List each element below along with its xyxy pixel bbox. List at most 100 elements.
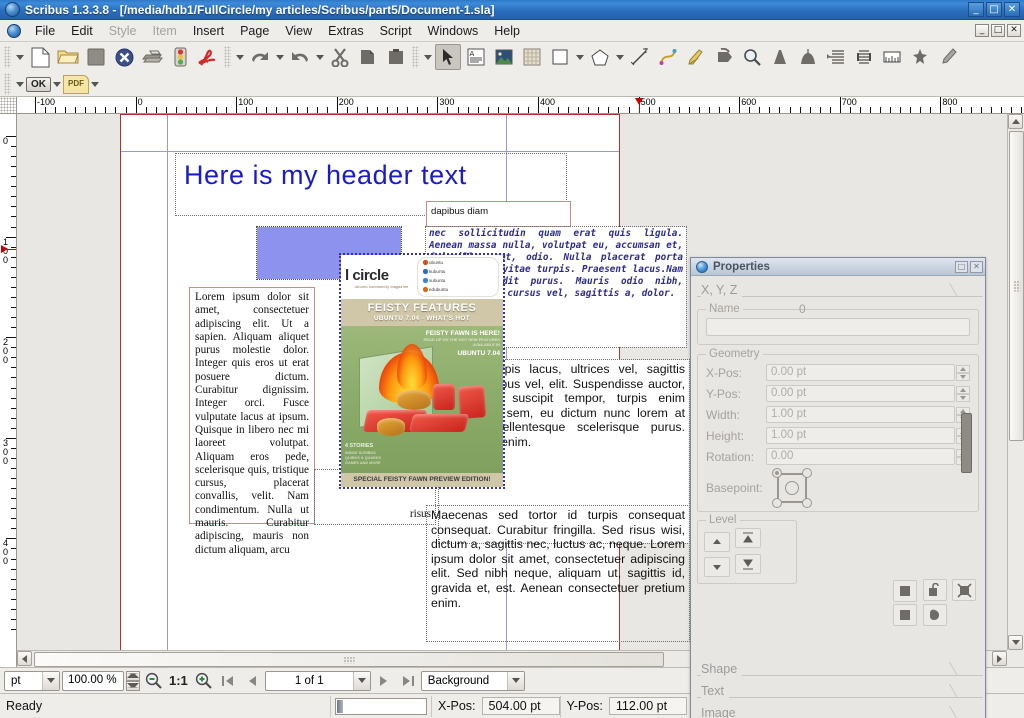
y-pos-stepper[interactable] bbox=[956, 385, 970, 402]
menu-script[interactable]: Script bbox=[372, 22, 420, 40]
menu-windows[interactable]: Windows bbox=[420, 22, 487, 40]
properties-restore-button[interactable]: □ bbox=[955, 260, 968, 273]
insert-shape-dropdown-icon[interactable] bbox=[576, 54, 584, 60]
scroll-left-button[interactable] bbox=[17, 651, 32, 666]
rotate-item-icon[interactable] bbox=[711, 44, 737, 70]
raise-item-button[interactable] bbox=[704, 531, 730, 552]
basepoint-top-left[interactable] bbox=[772, 468, 782, 478]
basepoint-top-right[interactable] bbox=[802, 468, 812, 478]
width-input[interactable]: 1.00 pt bbox=[766, 406, 955, 423]
toolbar-overflow-edit-icon[interactable] bbox=[236, 54, 244, 60]
open-document-icon[interactable] bbox=[55, 44, 81, 70]
eye-dropper-icon[interactable] bbox=[935, 44, 961, 70]
menu-page[interactable]: Page bbox=[232, 22, 277, 40]
insert-text-frame-icon[interactable]: A bbox=[463, 44, 489, 70]
edit-text-story-editor-icon[interactable] bbox=[795, 44, 821, 70]
copy-icon[interactable] bbox=[355, 44, 381, 70]
vertical-ruler[interactable]: 0100200300400 bbox=[0, 114, 17, 667]
vertical-scroll-thumb[interactable] bbox=[1009, 131, 1024, 441]
basepoint-bottom-left[interactable] bbox=[772, 498, 782, 508]
dapibus-text-frame[interactable]: dapibus diam bbox=[426, 201, 571, 227]
cut-icon[interactable] bbox=[327, 44, 353, 70]
zoom-in-icon[interactable] bbox=[193, 671, 215, 691]
insert-shape-icon[interactable] bbox=[547, 44, 573, 70]
toolbar-grip-pdf[interactable] bbox=[4, 73, 11, 95]
undo-icon[interactable] bbox=[247, 44, 273, 70]
unlink-text-frames-icon[interactable] bbox=[851, 44, 877, 70]
preflight-verifier-icon[interactable] bbox=[167, 44, 193, 70]
horizontal-scroll-thumb[interactable] bbox=[34, 652, 664, 667]
toolbar-grip-edit[interactable] bbox=[224, 46, 231, 68]
menu-insert[interactable]: Insert bbox=[185, 22, 232, 40]
basepoint-bottom-right[interactable] bbox=[802, 498, 812, 508]
enable-printing-icon[interactable] bbox=[952, 579, 976, 601]
edit-contents-icon[interactable] bbox=[767, 44, 793, 70]
zoom-stepper[interactable] bbox=[126, 670, 140, 691]
y-pos-input[interactable]: 0.00 pt bbox=[766, 385, 955, 402]
properties-close-button[interactable]: ✕ bbox=[970, 260, 983, 273]
menu-file[interactable]: File bbox=[27, 22, 63, 40]
menu-view[interactable]: View bbox=[277, 22, 320, 40]
undo-dropdown-icon[interactable] bbox=[276, 54, 284, 60]
toolbar-overflow-file-icon[interactable] bbox=[16, 54, 24, 60]
bottom-text-frame[interactable]: Maecenas sed tortor id turpis consequat … bbox=[426, 505, 690, 642]
x-pos-stepper[interactable] bbox=[956, 364, 970, 381]
close-document-icon[interactable] bbox=[111, 44, 137, 70]
new-document-icon[interactable] bbox=[27, 44, 53, 70]
print-icon[interactable] bbox=[139, 44, 165, 70]
properties-tab-image[interactable]: Image bbox=[697, 703, 984, 718]
basepoint-widget[interactable] bbox=[772, 468, 816, 508]
lock-item-icon[interactable] bbox=[893, 579, 918, 602]
window-minimize-button[interactable]: _ bbox=[968, 2, 984, 17]
lower-to-bottom-button[interactable] bbox=[735, 553, 762, 574]
properties-tab-xyz[interactable]: X, Y, Z bbox=[697, 280, 984, 300]
toolbar-overflow-tools-icon[interactable] bbox=[424, 54, 432, 60]
horizontal-ruler[interactable]: -100 0 100 200 300 400 500 600 700 800 bbox=[17, 97, 1024, 114]
copy-item-properties-icon[interactable] bbox=[907, 44, 933, 70]
name-input[interactable] bbox=[706, 318, 970, 336]
previous-page-button[interactable] bbox=[241, 671, 263, 691]
paste-icon[interactable] bbox=[383, 44, 409, 70]
measurements-icon[interactable] bbox=[879, 44, 905, 70]
next-page-button[interactable] bbox=[373, 671, 395, 691]
basepoint-center[interactable] bbox=[785, 481, 799, 495]
x-pos-input[interactable]: 0.00 pt bbox=[766, 364, 955, 381]
document-page[interactable]: Here is my header text dapibus diam nec … bbox=[120, 114, 690, 650]
pdf-ok-dropdown-icon[interactable] bbox=[53, 81, 61, 87]
document-menu-icon[interactable] bbox=[7, 23, 21, 38]
menu-edit[interactable]: Edit bbox=[63, 22, 101, 40]
redo-dropdown-icon[interactable] bbox=[316, 54, 324, 60]
canvas-vertical-scrollbar[interactable] bbox=[1007, 114, 1024, 650]
lower-item-button[interactable] bbox=[704, 557, 730, 577]
raise-to-top-button[interactable] bbox=[735, 528, 762, 548]
scroll-up-button[interactable] bbox=[1008, 114, 1023, 129]
scroll-down-button[interactable] bbox=[1008, 635, 1023, 650]
rotation-input[interactable]: 0.00 bbox=[766, 448, 955, 465]
insert-bezier-curve-icon[interactable] bbox=[655, 44, 681, 70]
layer-selector[interactable]: Background bbox=[420, 670, 525, 691]
mdi-minimize-button[interactable]: _ bbox=[975, 24, 989, 37]
toolbar-grip-tools[interactable] bbox=[412, 46, 419, 68]
zoom-ratio-button[interactable]: 1:1 bbox=[166, 673, 191, 688]
last-page-button[interactable] bbox=[397, 671, 419, 691]
zoom-input[interactable]: 100.00 % bbox=[62, 670, 124, 691]
aspect-ratio-chain[interactable] bbox=[961, 413, 972, 473]
pdf-field-button[interactable]: PDF bbox=[63, 74, 89, 94]
export-pdf-icon[interactable]: A bbox=[195, 44, 221, 70]
select-item-icon[interactable] bbox=[435, 44, 461, 70]
flip-horizontal-icon[interactable] bbox=[893, 604, 918, 626]
unit-dropdown-icon[interactable] bbox=[42, 671, 59, 690]
mdi-restore-button[interactable]: □ bbox=[991, 24, 1005, 37]
ruler-origin-button[interactable] bbox=[0, 97, 17, 114]
insert-freehand-line-icon[interactable] bbox=[683, 44, 709, 70]
properties-tab-text[interactable]: Text bbox=[697, 681, 984, 701]
insert-polygon-icon[interactable] bbox=[587, 44, 613, 70]
page-dropdown-icon[interactable] bbox=[352, 671, 370, 690]
cover-image-frame[interactable]: l circle ubuntu community magazine ubunt… bbox=[339, 253, 505, 489]
scroll-right-button[interactable] bbox=[992, 651, 1007, 666]
insert-line-icon[interactable] bbox=[627, 44, 653, 70]
height-input[interactable]: 1.00 pt bbox=[766, 427, 955, 444]
window-restore-button[interactable]: □ bbox=[986, 2, 1002, 17]
properties-tab-shape[interactable]: Shape bbox=[697, 659, 984, 679]
left-text-frame[interactable]: Lorem ipsum dolor sit amet, consectetuer… bbox=[189, 287, 315, 556]
